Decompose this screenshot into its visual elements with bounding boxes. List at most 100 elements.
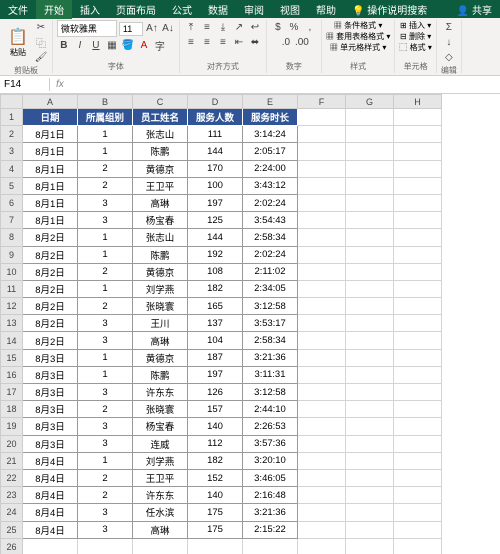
align-top-icon[interactable]: ⤒	[184, 20, 198, 34]
cell-E23[interactable]: 2:16:48	[243, 487, 298, 504]
cell-E5[interactable]: 3:43:12	[243, 177, 298, 194]
row-header-26[interactable]: 26	[1, 538, 23, 554]
cell-A9[interactable]: 8月2日	[23, 246, 78, 263]
decrease-font-icon[interactable]: A↓	[161, 22, 175, 36]
cell-E9[interactable]: 2:02:24	[243, 246, 298, 263]
cell-E18[interactable]: 2:44:10	[243, 401, 298, 418]
cell-G24[interactable]	[346, 504, 394, 521]
dec-dec-icon[interactable]: .00	[295, 35, 309, 49]
increase-font-icon[interactable]: A↑	[145, 22, 159, 36]
cell-E6[interactable]: 2:02:24	[243, 194, 298, 211]
cell-G22[interactable]	[346, 469, 394, 486]
cell-B8[interactable]: 1	[78, 229, 133, 246]
cell-H5[interactable]	[394, 177, 442, 194]
cell-E12[interactable]: 3:12:58	[243, 298, 298, 315]
cell-G20[interactable]	[346, 435, 394, 452]
cell-G25[interactable]	[346, 521, 394, 538]
cell-G12[interactable]	[346, 298, 394, 315]
cell-E1[interactable]: 服务时长	[243, 109, 298, 126]
formula-input[interactable]	[70, 84, 500, 86]
cell-E8[interactable]: 2:58:34	[243, 229, 298, 246]
cell-D4[interactable]: 170	[188, 160, 243, 177]
cell-D2[interactable]: 111	[188, 126, 243, 143]
align-bot-icon[interactable]: ⤓	[216, 20, 230, 34]
cell-F16[interactable]	[298, 366, 346, 383]
cell-A25[interactable]: 8月4日	[23, 521, 78, 538]
cell-A2[interactable]: 8月1日	[23, 126, 78, 143]
cell-B21[interactable]: 1	[78, 452, 133, 469]
cell-D18[interactable]: 157	[188, 401, 243, 418]
cell-H11[interactable]	[394, 280, 442, 297]
row-header-22[interactable]: 22	[1, 469, 23, 486]
row-header-11[interactable]: 11	[1, 280, 23, 297]
row-header-12[interactable]: 12	[1, 298, 23, 315]
cell-D19[interactable]: 140	[188, 418, 243, 435]
cell-styles-button[interactable]: ▦ 单元格样式 ▾	[330, 42, 386, 53]
cut-icon[interactable]: ✂	[34, 20, 48, 34]
cell-A7[interactable]: 8月1日	[23, 212, 78, 229]
cell-C14[interactable]: 高琳	[133, 332, 188, 349]
cell-D13[interactable]: 137	[188, 315, 243, 332]
cell-D3[interactable]: 144	[188, 143, 243, 160]
percent-icon[interactable]: %	[287, 20, 301, 34]
cell-A21[interactable]: 8月4日	[23, 452, 78, 469]
comma-icon[interactable]: ,	[303, 20, 317, 34]
cell-G5[interactable]	[346, 177, 394, 194]
border-icon[interactable]: ▦	[105, 38, 119, 52]
cell-D14[interactable]: 104	[188, 332, 243, 349]
cell-H22[interactable]	[394, 469, 442, 486]
cell-C12[interactable]: 张晓寰	[133, 298, 188, 315]
cell-F10[interactable]	[298, 263, 346, 280]
cell-D17[interactable]: 126	[188, 384, 243, 401]
col-header-B[interactable]: B	[78, 95, 133, 109]
paste-button[interactable]: 📋粘贴	[4, 25, 32, 60]
cell-G8[interactable]	[346, 229, 394, 246]
cell-G3[interactable]	[346, 143, 394, 160]
cell-G19[interactable]	[346, 418, 394, 435]
cell-D5[interactable]: 100	[188, 177, 243, 194]
cell-H21[interactable]	[394, 452, 442, 469]
tab-help[interactable]: 帮助	[308, 0, 344, 19]
cell-B19[interactable]: 3	[78, 418, 133, 435]
cell-H10[interactable]	[394, 263, 442, 280]
cell-G10[interactable]	[346, 263, 394, 280]
cell-F1[interactable]	[298, 109, 346, 126]
orientation-icon[interactable]: ↗	[232, 20, 246, 34]
row-header-4[interactable]: 4	[1, 160, 23, 177]
cell-B26[interactable]	[78, 538, 133, 554]
cell-H25[interactable]	[394, 521, 442, 538]
cell-C4[interactable]: 黄德京	[133, 160, 188, 177]
cell-A26[interactable]	[23, 538, 78, 554]
cell-G2[interactable]	[346, 126, 394, 143]
cell-H9[interactable]	[394, 246, 442, 263]
col-header-D[interactable]: D	[188, 95, 243, 109]
row-header-7[interactable]: 7	[1, 212, 23, 229]
cell-H18[interactable]	[394, 401, 442, 418]
cell-B15[interactable]: 1	[78, 349, 133, 366]
cell-F7[interactable]	[298, 212, 346, 229]
cell-E10[interactable]: 2:11:02	[243, 263, 298, 280]
cell-F3[interactable]	[298, 143, 346, 160]
cell-C13[interactable]: 王川	[133, 315, 188, 332]
row-header-13[interactable]: 13	[1, 315, 23, 332]
cell-F19[interactable]	[298, 418, 346, 435]
cell-H4[interactable]	[394, 160, 442, 177]
cell-C9[interactable]: 陈鹏	[133, 246, 188, 263]
clear-icon[interactable]: ◇	[442, 50, 456, 64]
cell-C10[interactable]: 黄德京	[133, 263, 188, 280]
col-header-C[interactable]: C	[133, 95, 188, 109]
phonetic-icon[interactable]: 字	[153, 38, 167, 52]
cell-E11[interactable]: 2:34:05	[243, 280, 298, 297]
cell-H2[interactable]	[394, 126, 442, 143]
cell-F13[interactable]	[298, 315, 346, 332]
row-header-25[interactable]: 25	[1, 521, 23, 538]
font-name-select[interactable]: 微软雅黑	[57, 20, 117, 37]
cell-G9[interactable]	[346, 246, 394, 263]
cell-B2[interactable]: 1	[78, 126, 133, 143]
format-button[interactable]: ⬚ 格式 ▾	[399, 42, 431, 53]
cell-B24[interactable]: 3	[78, 504, 133, 521]
cell-B4[interactable]: 2	[78, 160, 133, 177]
cell-A22[interactable]: 8月4日	[23, 469, 78, 486]
cell-E19[interactable]: 2:26:53	[243, 418, 298, 435]
cell-G11[interactable]	[346, 280, 394, 297]
